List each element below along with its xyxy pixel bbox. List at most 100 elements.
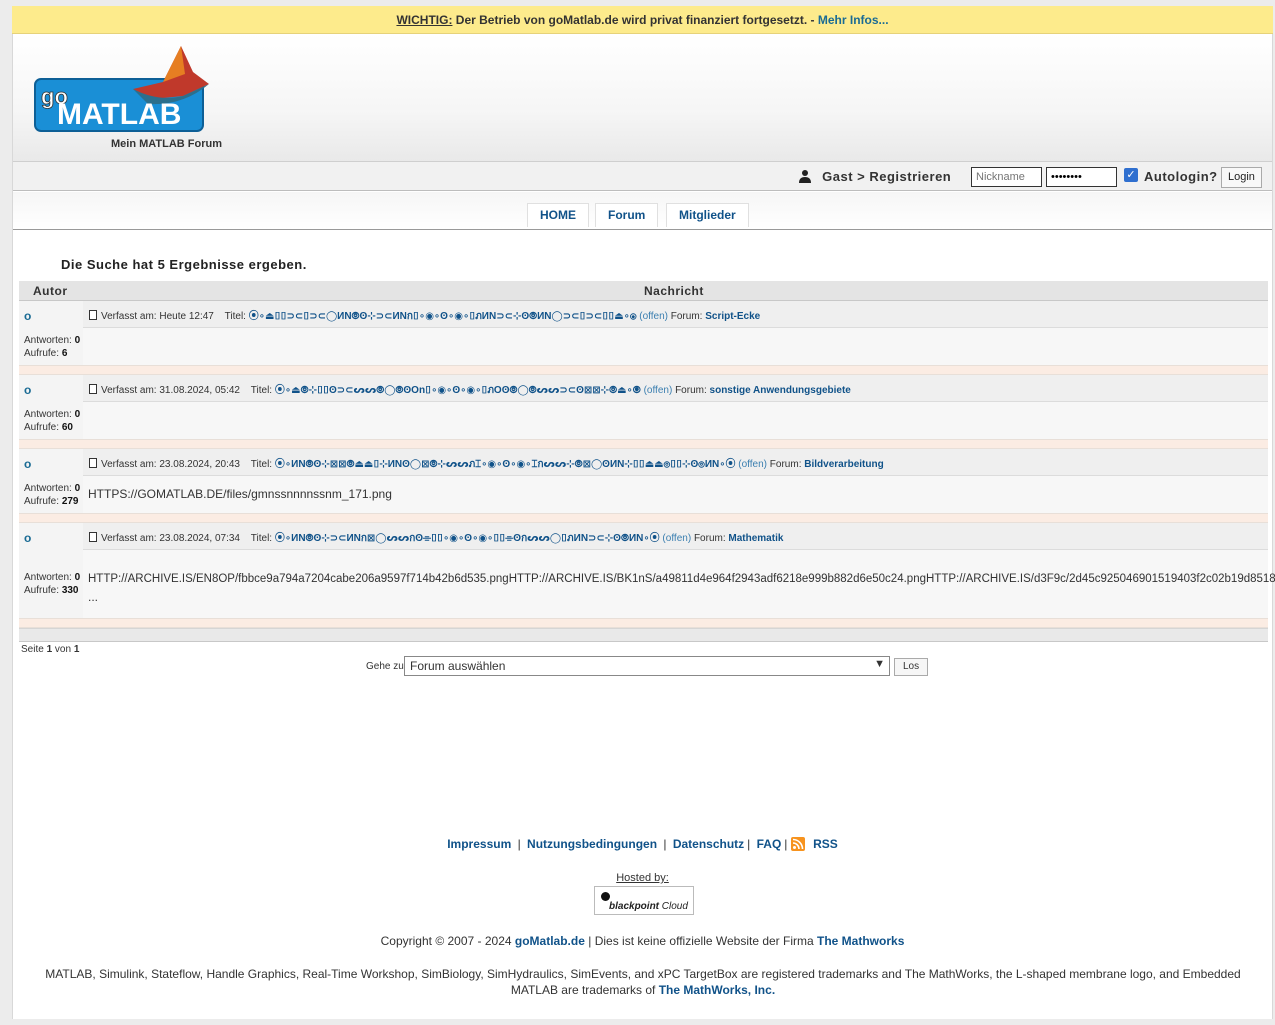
author-link[interactable]: o — [24, 309, 31, 323]
views-label: Aufrufe: — [24, 348, 60, 359]
pager-total: 1 — [73, 644, 80, 655]
open-link[interactable]: (offen) — [662, 533, 691, 544]
post-date: 23.08.2024, 07:34 — [159, 533, 240, 544]
pager-current: 1 — [46, 644, 53, 655]
post-title-link[interactable]: ⦿∘⏏⌷⌷⊃⊂⌷⊃⊂◯ИN⦾ʘ⊹⊃⊂ИNก⌷∘◉∘ʘ∘◉∘⌷ภИN⊃⊂⊹ʘ⦾ИN… — [249, 311, 637, 322]
post-title-link[interactable]: ⦿∘ИN⦾ʘ⊹⊠⊠⦾⏏⏏⌷⊹ИNʘ◯⊠⦾⊹ᔕᔕภ⌶∘◉∘ʘ∘◉∘⌶กᔕᔕ⊹⦾⊠◯… — [275, 459, 736, 470]
impressum-link[interactable]: Impressum — [447, 837, 511, 851]
mathworks-link[interactable]: The Mathworks — [817, 934, 904, 948]
author-link[interactable]: o — [24, 531, 31, 545]
post-meta: Verfasst am: Heute 12:47 Titel: ⦿∘⏏⌷⌷⊃⊂⌷… — [89, 307, 760, 324]
forum-label: Forum: — [693, 533, 726, 544]
blackpoint-dot-icon — [601, 892, 610, 901]
views-count: 330 — [61, 585, 79, 596]
replies-count: 0 — [74, 483, 81, 494]
post-meta-row: o Verfasst am: 23.08.2024, 20:43 Titel: … — [19, 449, 1268, 476]
nav-forum[interactable]: Forum — [595, 203, 659, 227]
search-result-headline: Die Suche hat 5 Ergebnisse ergeben. — [61, 257, 307, 272]
host-name: blackpoint — [609, 901, 660, 912]
forum-link[interactable]: Mathematik — [728, 533, 783, 544]
guest-separator: > — [857, 169, 866, 184]
open-link[interactable]: (offen) — [738, 459, 767, 470]
checkbox-checked-icon[interactable]: ✓ — [1124, 168, 1138, 182]
open-link[interactable]: (offen) — [639, 311, 668, 322]
blackpoint-logo[interactable]: blackpoint Cloud — [594, 886, 694, 915]
post-title-link[interactable]: ⦿∘ИN⦾ʘ⊹⊃⊂ИNก⊠◯ᔕᔕกʘ⌯⌷⌷∘◉∘ʘ∘◉∘⌷⌷⌯ʘกᔕᔕ◯⌷ภИN… — [275, 533, 660, 544]
document-icon — [89, 458, 97, 468]
post-message: HTTP://ARCHIVE.IS/EN8OP/fbbce9a794a7204c… — [88, 573, 1275, 585]
row-separator — [19, 513, 1268, 523]
copyright-text: Copyright © 2007 - 2024 — [380, 934, 512, 948]
login-button[interactable]: Login — [1221, 167, 1262, 188]
views-label: Aufrufe: — [24, 585, 60, 596]
mathworks-inc-link[interactable]: The MathWorks, Inc. — [659, 983, 775, 997]
post-meta-row: o Verfasst am: 23.08.2024, 07:34 Titel: … — [19, 523, 1268, 550]
trademark-text: MATLAB, Simulink, Stateflow, Handle Grap… — [45, 967, 1241, 997]
hosted-by-label: Hosted by: — [616, 872, 669, 884]
post-message-more: ... — [88, 590, 99, 604]
announcement-more-link[interactable]: Mehr Infos... — [818, 13, 889, 27]
title-label: Titel: — [250, 459, 273, 470]
post-date: 31.08.2024, 05:42 — [159, 385, 240, 396]
col-message: Nachricht — [644, 284, 704, 298]
page-container: go MATLAB Mein MATLAB Forum Gast > Regis… — [12, 34, 1275, 1019]
jump-label: Gehe zu: — [366, 661, 407, 672]
author-link[interactable]: o — [24, 457, 31, 471]
row-separator — [19, 439, 1268, 449]
post-meta: Verfasst am: 31.08.2024, 05:42 Titel: ⦿∘… — [89, 381, 851, 398]
posted-label: Verfasst am: — [101, 533, 157, 544]
post-date: 23.08.2024, 20:43 — [159, 459, 240, 470]
title-label: Titel: — [224, 311, 246, 322]
announcement-label: WICHTIG: — [396, 13, 453, 27]
post-meta-row: o Verfasst am: 31.08.2024, 05:42 Titel: … — [19, 375, 1268, 402]
author-link[interactable]: o — [24, 383, 31, 397]
register-link[interactable]: Registrieren — [869, 169, 951, 184]
pager-prefix: Seite — [21, 644, 44, 655]
nickname-input[interactable] — [971, 167, 1042, 187]
copyright: Copyright © 2007 - 2024 goMatlab.de | Di… — [13, 934, 1272, 948]
forum-link[interactable]: sonstige Anwendungsgebiete — [710, 385, 851, 396]
replies-label: Antworten: — [24, 572, 72, 583]
open-link[interactable]: (offen) — [644, 385, 673, 396]
post-body-row: Antworten: 0 Aufrufe: 279 HTTPS://GOMATL… — [19, 476, 1268, 513]
replies-label: Antworten: — [24, 335, 72, 346]
title-label: Titel: — [250, 533, 273, 544]
jump-go-button[interactable]: Los — [894, 658, 929, 676]
rss-link[interactable]: RSS — [813, 837, 838, 851]
post-author: o — [19, 301, 83, 328]
post-stats: Antworten: 0 Aufrufe: 279 — [19, 476, 83, 513]
nav-members[interactable]: Mitglieder — [666, 203, 749, 227]
views-label: Aufrufe: — [24, 496, 60, 507]
terms-link[interactable]: Nutzungsbedingungen — [527, 837, 657, 851]
forum-select-value: Forum auswählen — [410, 659, 506, 673]
post-author: o — [19, 375, 83, 402]
main-nav: HOME Forum Mitglieder — [13, 192, 1272, 230]
post-stats: Antworten: 0 Aufrufe: 6 — [19, 328, 83, 365]
forum-link[interactable]: Bildverarbeitung — [804, 459, 883, 470]
replies-count: 0 — [74, 335, 81, 346]
post-stats: Antworten: 0 Aufrufe: 330 — [19, 550, 83, 618]
title-label: Titel: — [250, 385, 273, 396]
result-post: o Verfasst am: 23.08.2024, 07:34 Titel: … — [19, 523, 1275, 618]
document-icon — [89, 310, 97, 320]
rss-icon[interactable] — [790, 837, 805, 851]
posted-label: Verfasst am: — [101, 311, 157, 322]
document-icon — [89, 532, 97, 542]
forum-link[interactable]: Script-Ecke — [705, 311, 760, 322]
site-link[interactable]: goMatlab.de — [515, 934, 585, 948]
trademark-notice: MATLAB, Simulink, Stateflow, Handle Grap… — [43, 966, 1243, 998]
user-icon — [799, 170, 811, 183]
forum-select[interactable]: Forum auswählen ▼ — [404, 656, 890, 676]
post-date: Heute 12:47 — [159, 311, 214, 322]
nav-home[interactable]: HOME — [527, 203, 589, 227]
privacy-link[interactable]: Datenschutz — [673, 837, 744, 851]
site-subtitle: Mein MATLAB Forum — [111, 138, 223, 150]
host-suffix: Cloud — [661, 901, 688, 912]
posted-label: Verfasst am: — [101, 385, 157, 396]
gomatlab-logo[interactable]: go MATLAB — [33, 44, 213, 139]
user-bar: Gast > Registrieren ✓ Autologin? Login — [13, 162, 1272, 191]
password-input[interactable] — [1046, 167, 1117, 187]
document-icon — [89, 384, 97, 394]
post-title-link[interactable]: ⦿∘⏏⦾⊹⌷⌷ʘ⊃⊂ᔕᔕ⦾◯⦾ʘOn⌷∘◉∘ʘ∘◉∘⌷ภOʘ⦾◯⦾ᔕᔕ⊃⊂ʘ⊠⊠… — [275, 385, 641, 396]
faq-link[interactable]: FAQ — [757, 837, 782, 851]
